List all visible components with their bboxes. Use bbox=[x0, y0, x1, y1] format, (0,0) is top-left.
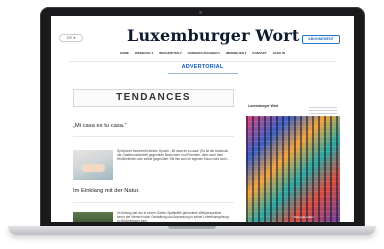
ad-caption: Das gute Leben bbox=[294, 215, 314, 219]
article-title[interactable]: „Mi casa es tu casa." bbox=[73, 123, 127, 129]
nav-item-sage-in[interactable]: SAGE IN bbox=[273, 51, 285, 57]
laptop: DE ▾ Luxemburger Wort ABONNEMENT HOME WE… bbox=[0, 0, 384, 249]
category-banner: TENDANCES bbox=[73, 89, 234, 107]
article-snippet: Im Anfang war der in einem Garten Spätkr… bbox=[117, 211, 229, 222]
advertisement-image[interactable] bbox=[246, 116, 340, 222]
laptop-screen: DE ▾ Luxemburger Wort ABONNEMENT HOME WE… bbox=[51, 16, 354, 222]
main-navigation: HOME WERBUNG ▾ INSCHRIFTEN ▾ SONDERAUSGA… bbox=[51, 51, 354, 57]
site-logo[interactable]: Luxemburger Wort bbox=[127, 26, 299, 48]
article-snippet: Sprichwort beschreibt diesen Spruch: „Mi… bbox=[117, 149, 230, 162]
header-divider bbox=[69, 61, 336, 62]
article-title[interactable]: Im Einklang mit der Natur. bbox=[73, 188, 140, 194]
nav-item-immobilien[interactable]: IMMOBILIEN ▾ bbox=[226, 51, 246, 57]
site-header: DE ▾ Luxemburger Wort ABONNEMENT bbox=[51, 16, 354, 56]
nav-item-inschriften[interactable]: INSCHRIFTEN ▾ bbox=[159, 51, 182, 57]
nav-item-sonderausgaben[interactable]: SONDERAUSGABEN ▾ bbox=[188, 51, 220, 57]
webcam-icon bbox=[199, 11, 202, 14]
article-divider bbox=[73, 136, 234, 137]
nav-item-kontakt[interactable]: KONTAKT bbox=[252, 51, 266, 57]
article-thumbnail[interactable] bbox=[73, 212, 113, 222]
section-label: ADVERTORIAL bbox=[181, 64, 224, 70]
section-underline bbox=[168, 73, 238, 74]
language-selector[interactable]: DE ▾ bbox=[59, 34, 83, 42]
nav-item-home[interactable]: HOME bbox=[120, 51, 129, 57]
nav-item-werbung[interactable]: WERBUNG ▾ bbox=[135, 51, 153, 57]
article-thumbnail[interactable] bbox=[73, 150, 113, 180]
subscribe-button[interactable]: ABONNEMENT bbox=[302, 35, 340, 44]
sidebar-heading: Luxemburger Wort bbox=[248, 104, 279, 108]
laptop-notch bbox=[168, 226, 216, 229]
sidebar-info-lines bbox=[309, 107, 337, 116]
article-divider bbox=[73, 202, 234, 203]
